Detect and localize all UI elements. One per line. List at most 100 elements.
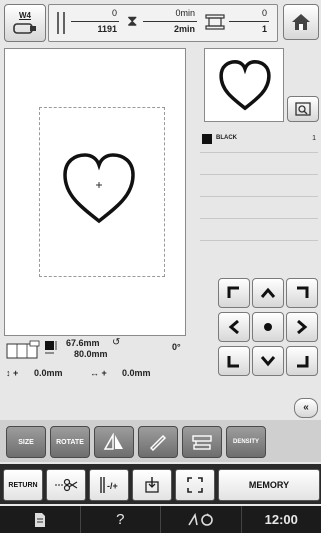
- help-icon: ?: [116, 511, 125, 528]
- double-chevron-up-icon: «: [303, 402, 309, 413]
- thread-color-swatch: [202, 134, 212, 144]
- list-divider: [200, 174, 318, 175]
- bottom-toolbar: RETURN -/+ MEMORY: [0, 464, 321, 504]
- stitch-info-panel: 0 1191 ⧗ 0min 2min 0 1: [48, 4, 278, 42]
- document-button[interactable]: [0, 506, 81, 533]
- color-divider: [229, 21, 269, 22]
- thread-color-list: BLACK 1: [200, 126, 318, 264]
- density-button-label: DENSITY: [232, 439, 259, 445]
- corner-up-right-icon: [297, 286, 309, 298]
- sewing-machine-icon: [192, 435, 212, 450]
- return-button-label: RETURN: [8, 481, 38, 489]
- vertical-offset: 0.0mm: [34, 368, 63, 378]
- thread-color-button[interactable]: [182, 426, 222, 458]
- horizontal-offset-icon: ↔ +: [90, 368, 107, 378]
- step-stitch-button[interactable]: -/+: [89, 469, 129, 501]
- heart-thumbnail-icon: [219, 60, 271, 111]
- pattern-thumbnail: [204, 48, 284, 122]
- heart-pattern[interactable]: [61, 151, 137, 225]
- magnify-preview-button[interactable]: [287, 96, 319, 122]
- chevron-down-icon: [260, 356, 276, 367]
- stitch-current: 0: [111, 8, 117, 18]
- corner-down-right-icon: [297, 356, 309, 368]
- memory-button[interactable]: MEMORY: [218, 469, 320, 501]
- stitch-divider: [71, 21, 119, 22]
- move-right-button[interactable]: [286, 312, 318, 342]
- starting-point-button[interactable]: [132, 469, 172, 501]
- mirror-button[interactable]: [94, 426, 134, 458]
- trial-frame-icon: [187, 477, 203, 493]
- frame-label: W4: [19, 10, 31, 20]
- status-bar: ? 12:00: [0, 506, 321, 533]
- horizontal-offset: 0.0mm: [122, 368, 151, 378]
- return-button[interactable]: RETURN: [3, 469, 43, 501]
- help-button[interactable]: ?: [81, 506, 161, 533]
- pattern-size-icon: [45, 341, 57, 354]
- spool-icon: [205, 14, 225, 30]
- document-icon: [34, 512, 45, 527]
- thread-color-index: 1: [312, 135, 316, 142]
- size-button-label: SIZE: [18, 438, 34, 446]
- home-button[interactable]: [283, 4, 319, 40]
- edit-stitch-button[interactable]: [138, 426, 178, 458]
- move-left-button[interactable]: [218, 312, 250, 342]
- chevron-up-icon: [260, 287, 276, 298]
- pattern-width: 67.6mm: [66, 338, 100, 348]
- chevron-left-icon: [228, 319, 239, 335]
- center-button[interactable]: [252, 312, 284, 342]
- list-divider: [200, 196, 318, 197]
- starting-point-icon: [145, 477, 159, 493]
- needle-icon: [57, 12, 65, 34]
- rotate-button-label: ROTATE: [56, 438, 84, 446]
- corner-up-left-icon: [227, 286, 239, 298]
- memory-button-label: MEMORY: [248, 480, 290, 490]
- settings-button[interactable]: [161, 506, 242, 533]
- size-info: 67.6mm ↺ 80.0mm 0° ↕ + 0.0mm ↔ + 0.0mm: [4, 336, 214, 392]
- clock-time: 12:00: [264, 512, 298, 527]
- settings-icon: [188, 512, 213, 526]
- rotate-button[interactable]: ROTATE: [50, 426, 90, 458]
- vertical-offset-icon: ↕ +: [6, 368, 19, 378]
- size-button[interactable]: SIZE: [6, 426, 46, 458]
- home-icon: [292, 14, 310, 30]
- center-dot-icon: [264, 323, 272, 331]
- color-current: 0: [261, 8, 267, 18]
- cut-jump-button[interactable]: [46, 469, 86, 501]
- time-current: 0min: [175, 8, 195, 18]
- list-divider: [200, 152, 318, 153]
- move-up-right-button[interactable]: [286, 278, 318, 308]
- thread-color-name: BLACK: [216, 135, 237, 141]
- trial-button[interactable]: [175, 469, 215, 501]
- hourglass-icon: ⧗: [127, 13, 138, 30]
- corner-down-left-icon: [227, 356, 239, 368]
- move-down-button[interactable]: [252, 346, 284, 376]
- list-divider: [200, 240, 318, 241]
- hoop-size-icon: [6, 340, 40, 359]
- magnify-icon: [295, 102, 311, 116]
- time-total: 2min: [173, 24, 195, 34]
- list-divider: [200, 218, 318, 219]
- embroidery-frame-button[interactable]: W4: [4, 4, 46, 42]
- color-total: 1: [261, 24, 267, 34]
- embroidery-preview[interactable]: [4, 48, 186, 336]
- edit-toolbar: SIZE ROTATE DENSITY: [0, 420, 321, 462]
- clock: 12:00: [242, 506, 321, 533]
- move-down-left-button[interactable]: [218, 346, 250, 376]
- density-button[interactable]: DENSITY: [226, 426, 266, 458]
- expand-toolbar-button[interactable]: «: [294, 398, 318, 418]
- rotate-angle-icon: ↺: [112, 337, 121, 348]
- thread-color-item: BLACK 1: [200, 132, 318, 146]
- move-up-button[interactable]: [252, 278, 284, 308]
- rotation-value: 0°: [172, 342, 181, 352]
- embroidery-frame-icon: [13, 22, 36, 34]
- move-down-right-button[interactable]: [286, 346, 318, 376]
- time-divider: [143, 21, 197, 22]
- mirror-icon: [103, 433, 123, 450]
- pencil-icon: [149, 434, 167, 451]
- scissors-icon: [55, 478, 78, 492]
- stitch-total: 1191: [97, 24, 117, 34]
- chevron-right-icon: [297, 319, 308, 335]
- svg-text:-/+: -/+: [107, 481, 118, 491]
- move-up-left-button[interactable]: [218, 278, 250, 308]
- step-stitch-icon: -/+: [100, 477, 118, 493]
